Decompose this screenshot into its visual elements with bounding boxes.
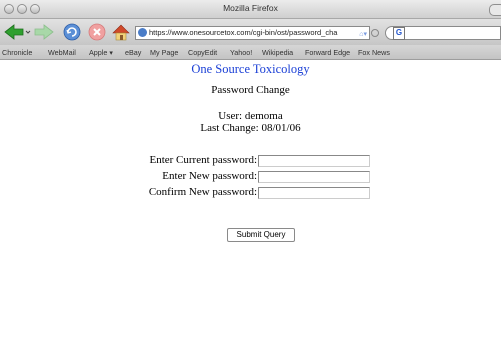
confirm-password-label: Confirm New password: [148,186,257,198]
go-icon[interactable] [371,29,379,37]
bookmark-chronicle[interactable]: Chronicle [2,48,32,57]
bookmark-forward-edge[interactable]: Forward Edge [305,48,350,57]
feed-icon[interactable]: ⌂▾ [359,29,367,39]
back-button[interactable] [2,22,32,42]
current-password-input[interactable] [258,155,370,167]
bookmark-copyedit[interactable]: CopyEdit [188,48,217,57]
confirm-password-input[interactable] [258,187,370,199]
bookmark-apple[interactable]: Apple ▾ [89,48,113,57]
submit-button[interactable]: Submit Query [227,228,295,242]
url-bar[interactable]: https://www.onesourcetox.com/cgi-bin/ost… [135,26,370,40]
new-password-input[interactable] [258,171,370,183]
forward-button[interactable] [33,22,55,42]
site-title: One Source Toxicology [191,62,310,76]
new-password-label: Enter New password: [162,170,257,182]
bookmarks-toolbar: Chronicle WebMail Apple ▾ eBay My Page C… [0,45,501,60]
search-box[interactable]: G [385,26,501,40]
bookmark-fox-news[interactable]: Fox News [358,48,390,57]
home-button[interactable] [110,22,132,42]
secure-site-icon [138,28,147,37]
title-bar: Mozilla Firefox [0,0,501,19]
user-info: User: demoma Last Change: 08/01/06 [0,110,501,134]
user-line: User: demoma [218,110,283,122]
forward-arrow-icon [34,24,54,40]
new-password-row: Enter New password: [0,170,501,185]
page-content: One Source Toxicology Password Change Us… [0,60,501,349]
confirm-password-row: Confirm New password: [0,186,501,201]
bookmark-my-page[interactable]: My Page [150,48,178,57]
page-heading: Password Change [211,84,290,96]
home-icon [112,24,130,41]
browser-window: Mozilla Firefox https://www.onesourcetox… [0,0,501,349]
stop-icon [88,23,106,41]
current-password-row: Enter Current password: [0,154,501,169]
bookmark-ebay[interactable]: eBay [125,48,141,57]
stop-button[interactable] [86,22,108,42]
bookmark-webmail[interactable]: WebMail [48,48,76,57]
url-text: https://www.onesourcetox.com/cgi-bin/ost… [149,28,338,37]
reload-icon [63,23,81,41]
search-engine-icon[interactable]: G [393,27,405,40]
window-title: Mozilla Firefox [223,3,278,13]
back-arrow-icon [4,24,31,40]
reload-button[interactable] [61,22,83,42]
bookmark-wikipedia[interactable]: Wikipedia [262,48,293,57]
toolbar-toggle-button[interactable] [489,4,501,16]
current-password-label: Enter Current password: [149,154,257,166]
bookmark-yahoo[interactable]: Yahoo! [230,48,252,57]
last-change-line: Last Change: 08/01/06 [200,122,301,134]
